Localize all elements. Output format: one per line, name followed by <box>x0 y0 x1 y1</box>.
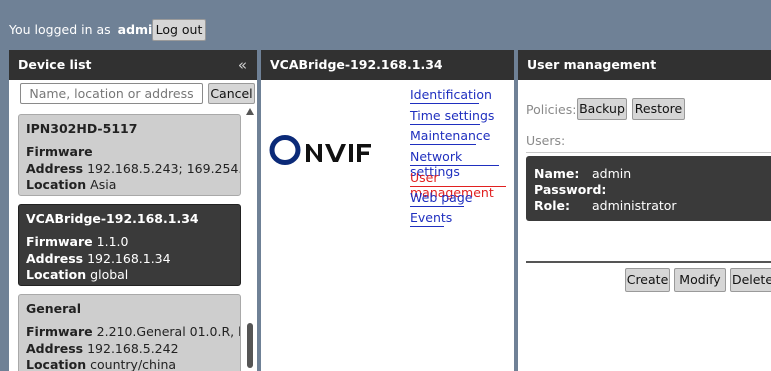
device-card-general[interactable]: General Firmware2.210.General 01.0.R, bu… <box>18 294 241 371</box>
device-firmware-row: Firmware <box>26 144 97 159</box>
device-search-input[interactable] <box>20 83 203 104</box>
menu-link-identification[interactable]: Identification <box>410 87 492 102</box>
device-firmware-row: Firmware 1.1.0 <box>26 234 128 249</box>
menu-underline <box>410 165 499 166</box>
address-value: 192.168.5.242 <box>87 341 179 356</box>
user-role-row: Role: administrator <box>534 198 677 213</box>
restore-button[interactable]: Restore <box>632 98 685 120</box>
menu-underline <box>410 124 480 125</box>
device-detail-title: VCABridge-192.168.1.34 <box>261 50 514 80</box>
menu-underline <box>410 206 464 207</box>
menu-link-maintenance[interactable]: Maintenance <box>410 128 491 143</box>
location-value: Asia <box>90 177 117 192</box>
user-management-title: User management <box>518 50 771 80</box>
onvif-logo <box>269 134 387 169</box>
device-card-ipn302hd[interactable]: IPN302HD-5117 Firmware Address 192.168.5.… <box>18 114 241 196</box>
device-location-row: Location global <box>26 267 128 282</box>
menu-underline <box>410 103 479 104</box>
user-password-row: Password: <box>534 182 607 197</box>
create-user-button[interactable]: Create <box>625 268 670 292</box>
device-address-row: Address 192.168.5.242 <box>26 341 179 356</box>
modify-user-button[interactable]: Modify <box>674 268 726 292</box>
location-value: country/china <box>90 357 177 371</box>
top-bar: You logged in as admin Log out <box>0 0 771 45</box>
menu-link-events[interactable]: Events <box>410 210 452 225</box>
user-role-label: Role: <box>534 198 570 213</box>
user-list-bottom-divider <box>526 261 771 263</box>
device-list-header: Device list « <box>9 50 257 80</box>
address-value: 192.168.1.34 <box>87 251 171 266</box>
device-firmware-row: Firmware2.210.General 01.0.R, build: 2 <box>26 324 240 339</box>
menu-underline <box>410 144 476 145</box>
device-detail-panel: VCABridge-192.168.1.34 Identification Ti… <box>261 50 514 371</box>
policies-label: Policies: <box>526 102 577 117</box>
user-password-label: Password: <box>534 182 607 197</box>
user-name-row: Name: admin <box>534 166 631 181</box>
users-divider <box>526 152 771 153</box>
firmware-value: 1.1.0 <box>96 234 129 249</box>
device-list-panel: Device list « Cancel IPN302HD-5117 Firmw… <box>9 50 257 371</box>
user-management-panel: User management Policies: Backup Restore… <box>518 50 771 371</box>
user-card-admin[interactable]: Name: admin Password: Role: administrator <box>526 156 771 221</box>
location-value: global <box>90 267 129 282</box>
firmware-label: Firmware <box>26 234 93 249</box>
firmware-label: Firmware <box>26 144 93 159</box>
device-address-row: Address 192.168.1.34 <box>26 251 171 266</box>
device-address-row: Address192.168.5.243; 169.254.7.12 <box>26 161 240 176</box>
device-name: VCABridge-192.168.1.34 <box>26 211 199 226</box>
menu-underline <box>410 226 444 227</box>
users-label: Users: <box>526 133 566 148</box>
logout-button[interactable]: Log out <box>152 19 206 41</box>
cancel-button[interactable]: Cancel <box>208 83 255 104</box>
address-label: Address <box>26 251 84 266</box>
collapse-icon[interactable]: « <box>238 50 247 80</box>
menu-underline-active <box>410 186 506 187</box>
address-label: Address <box>26 341 84 356</box>
device-name: IPN302HD-5117 <box>26 121 138 136</box>
scroll-up-arrow-icon[interactable] <box>246 108 254 115</box>
device-location-row: Location Asia <box>26 177 116 192</box>
firmware-label: Firmware <box>26 324 93 339</box>
location-label: Location <box>26 267 87 282</box>
device-card-vcabridge[interactable]: VCABridge-192.168.1.34 Firmware 1.1.0 Add… <box>18 204 241 286</box>
address-value: 192.168.5.243; 169.254.7.12 <box>87 161 240 176</box>
location-label: Location <box>26 357 87 371</box>
user-name-label: Name: <box>534 166 580 181</box>
backup-button[interactable]: Backup <box>577 98 627 120</box>
login-status: You logged in as admin <box>9 22 161 37</box>
menu-link-time-settings[interactable]: Time settings <box>410 108 494 123</box>
firmware-value: 2.210.General 01.0.R, build: 2 <box>96 324 240 339</box>
location-label: Location <box>26 177 87 192</box>
device-name: General <box>26 301 81 316</box>
user-name-value: admin <box>592 166 632 181</box>
address-label: Address <box>26 161 84 176</box>
user-role-value: administrator <box>592 198 677 213</box>
device-location-row: Location country/china <box>26 357 176 371</box>
device-list-title: Device list <box>18 57 92 72</box>
delete-user-button[interactable]: Delete <box>730 268 771 292</box>
menu-link-web-page[interactable]: Web page <box>410 190 472 205</box>
login-prefix: You logged in as <box>9 22 111 37</box>
scroll-thumb[interactable] <box>247 323 253 368</box>
